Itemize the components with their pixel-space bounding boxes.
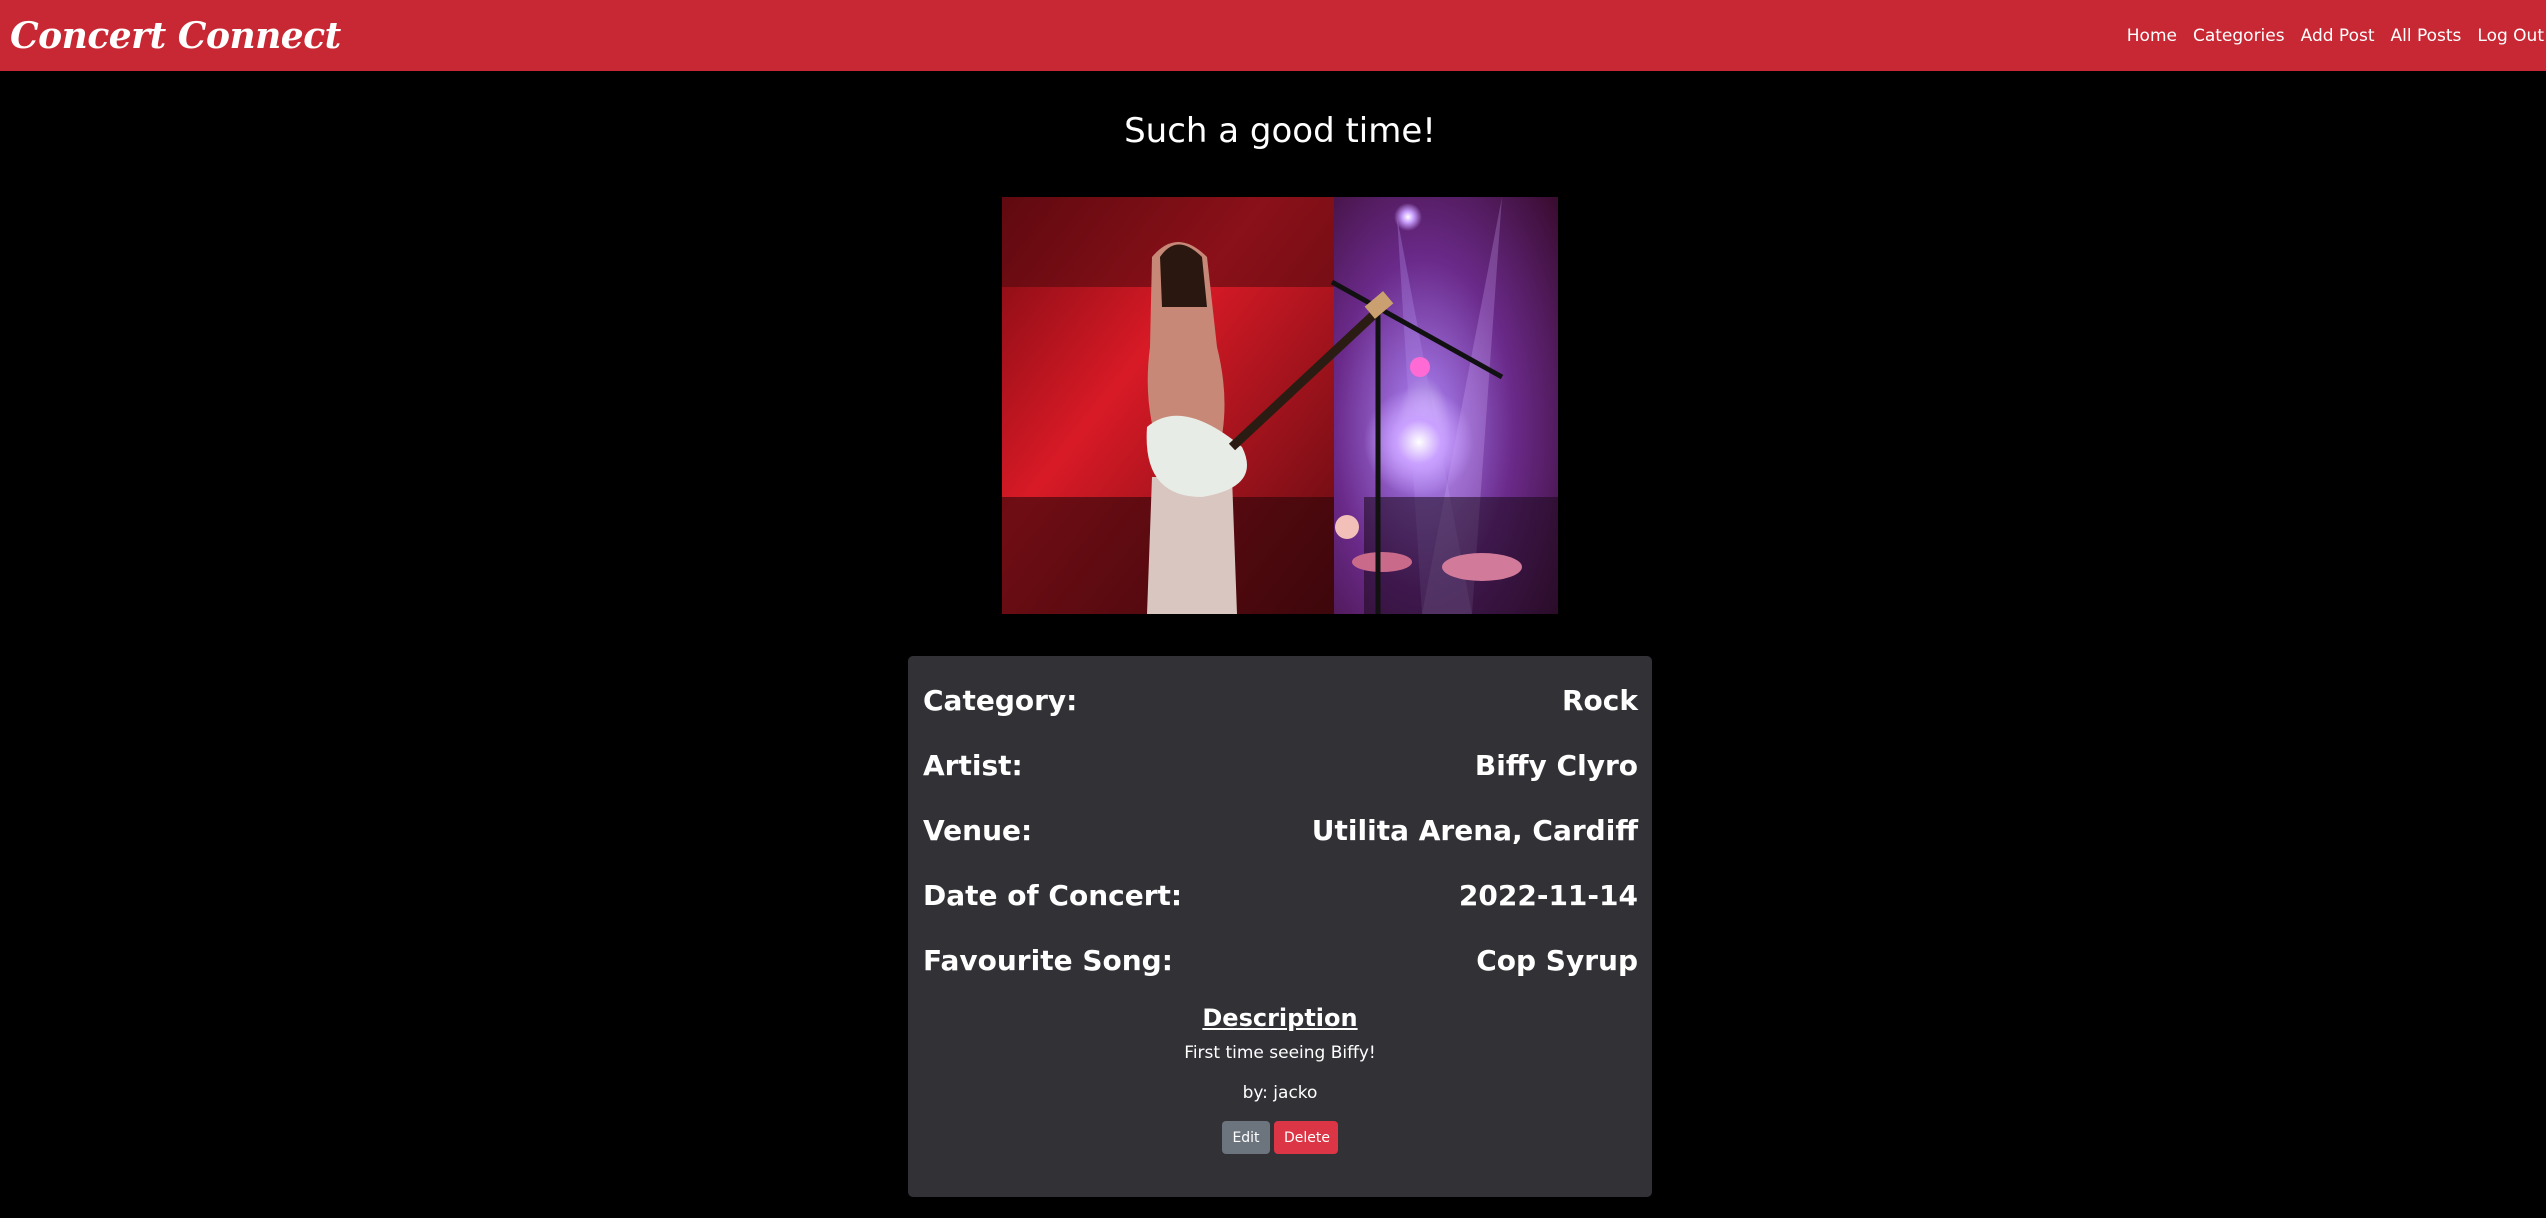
post-actions: Edit Delete <box>908 1121 1652 1154</box>
detail-value: Cop Syrup <box>1476 944 1638 977</box>
nav-link-home[interactable]: Home <box>2127 26 2177 46</box>
post-title: Such a good time! <box>1124 111 1436 151</box>
detail-value: Biffy Clyro <box>1474 749 1638 782</box>
detail-row-artist: Artist: Biffy Clyro <box>923 749 1638 782</box>
detail-label: Venue: <box>923 814 1033 847</box>
concert-photo <box>1002 197 1558 614</box>
description-heading: Description <box>1202 1004 1358 1032</box>
detail-value: 2022-11-14 <box>1458 879 1638 912</box>
detail-row-category: Category: Rock <box>923 684 1638 717</box>
detail-row-favourite-song: Favourite Song: Cop Syrup <box>923 944 1638 977</box>
delete-button[interactable]: Delete <box>1274 1121 1338 1154</box>
nav-link-categories[interactable]: Categories <box>2193 26 2285 46</box>
post-author: by: jacko <box>1242 1083 1318 1103</box>
detail-label: Date of Concert: <box>923 879 1183 912</box>
navbar: Concert Connect Home Categories Add Post… <box>0 0 2546 71</box>
detail-row-date: Date of Concert: 2022-11-14 <box>923 879 1638 912</box>
detail-label: Category: <box>923 684 1078 717</box>
nav-link-add-post[interactable]: Add Post <box>2301 26 2375 46</box>
detail-label: Artist: <box>923 749 1023 782</box>
post-details-card: Category: Rock Artist: Biffy Clyro Venue… <box>908 656 1652 1197</box>
nav-link-all-posts[interactable]: All Posts <box>2391 26 2462 46</box>
edit-button[interactable]: Edit <box>1222 1121 1270 1154</box>
description-text: First time seeing Biffy! <box>1184 1043 1376 1063</box>
nav-link-log-out[interactable]: Log Out <box>2477 26 2544 46</box>
brand-logo[interactable]: Concert Connect <box>10 15 341 57</box>
detail-row-venue: Venue: Utilita Arena, Cardiff <box>923 814 1638 847</box>
detail-value: Utilita Arena, Cardiff <box>1311 814 1638 847</box>
detail-label: Favourite Song: <box>923 944 1173 977</box>
detail-value: Rock <box>1561 684 1638 717</box>
nav-links: Home Categories Add Post All Posts Log O… <box>2111 26 2544 46</box>
